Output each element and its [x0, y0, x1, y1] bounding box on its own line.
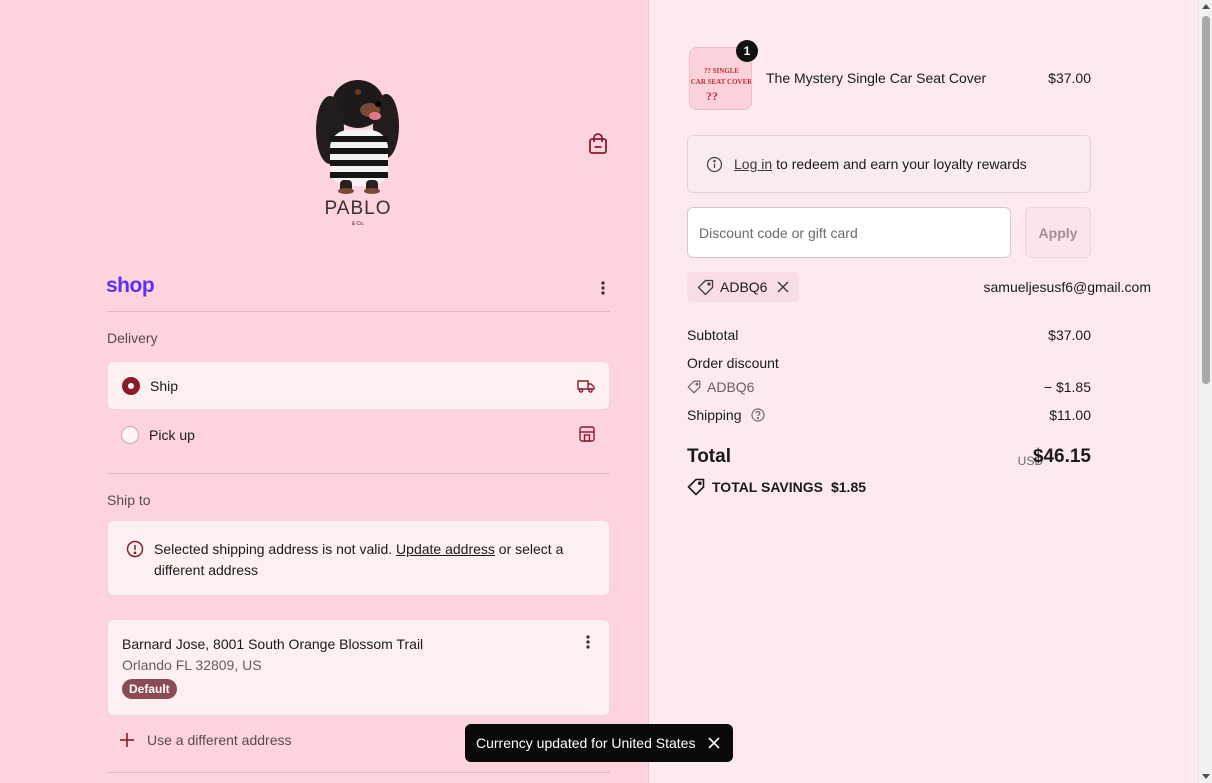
total-amount: $46.15: [1032, 446, 1091, 467]
use-different-address-label: Use a different address: [147, 732, 292, 748]
info-icon: [706, 156, 723, 173]
account-email: samueljesusf6@gmail.com: [983, 279, 1152, 295]
loyalty-text: to redeem and earn your loyalty rewards: [776, 156, 1027, 172]
toast-text: Currency updated for United States: [476, 735, 696, 751]
shipping-value: $11.00: [1049, 407, 1091, 423]
delivery-option-pickup[interactable]: Pick up: [107, 410, 610, 459]
savings-tag-icon: [687, 478, 705, 496]
default-badge: Default: [122, 679, 177, 699]
log-in-link[interactable]: Log in: [734, 156, 772, 172]
invalid-address-alert: Selected shipping address is not valid. …: [107, 520, 610, 596]
plus-icon: [120, 733, 134, 747]
subtotal-value: $37.00: [1048, 327, 1091, 343]
tag-icon: [687, 380, 701, 394]
quantity-badge: 1: [736, 40, 758, 62]
applied-discount-chip: ADBQ6: [687, 272, 800, 302]
page-scrollbar[interactable]: [1198, 0, 1212, 783]
account-menu-icon[interactable]: [598, 280, 608, 296]
delivery-heading: Delivery: [107, 330, 158, 346]
address-line-2: Orlando FL 32809, US: [122, 657, 262, 673]
apply-button[interactable]: Apply: [1025, 207, 1091, 258]
ship-radio[interactable]: [122, 376, 140, 395]
shop-pay-logo: shop: [106, 274, 155, 297]
thumb-text-line3: ??: [706, 89, 718, 103]
error-icon: [126, 540, 144, 558]
currency-toast: Currency updated for United States: [465, 724, 733, 762]
discount-code-input[interactable]: [687, 207, 1011, 258]
savings-amount: $1.85: [830, 479, 867, 495]
product-name: The Mystery Single Car Seat Cover: [766, 70, 987, 86]
store-icon: [579, 426, 595, 442]
divider: [107, 311, 610, 312]
tag-icon: [697, 279, 714, 295]
subtotal-label: Subtotal: [687, 327, 739, 343]
shopping-bag-icon[interactable]: [586, 132, 610, 156]
scroll-up-arrow-icon[interactable]: [1202, 4, 1210, 9]
ship-label: Ship: [150, 377, 179, 394]
logo-wordmark: PABLO: [324, 198, 392, 219]
savings-label: TOTAL SAVINGS: [712, 479, 823, 495]
truck-icon: [577, 380, 595, 393]
update-address-link[interactable]: Update address: [396, 541, 495, 557]
ship-to-heading: Ship to: [107, 492, 151, 508]
scroll-down-arrow-icon[interactable]: [1202, 774, 1210, 779]
saved-address-card[interactable]: Barnard Jose, 8001 South Orange Blossom …: [107, 619, 610, 716]
scrollbar-thumb[interactable]: [1202, 16, 1210, 384]
discount-value: − $1.85: [1043, 379, 1091, 395]
shipping-label-wrap: Shipping: [687, 407, 765, 423]
subtotal-row: Subtotal $37.00: [687, 327, 1091, 343]
address-menu-icon[interactable]: [583, 634, 593, 650]
logo-subtitle: & Co.: [351, 221, 365, 227]
use-different-address-button[interactable]: Use a different address: [119, 732, 292, 748]
pickup-radio[interactable]: [121, 425, 139, 444]
shipping-row: Shipping $11.00: [687, 407, 1091, 423]
discount-code-line: ADBQ6: [687, 379, 754, 395]
pickup-label: Pick up: [149, 426, 195, 443]
discount-code-name: ADBQ6: [707, 379, 755, 395]
thumb-text-line2: CAR SEAT COVER: [691, 78, 752, 86]
order-discount-label: Order discount: [687, 355, 779, 371]
total-savings: TOTAL SAVINGS $1.85: [687, 478, 866, 496]
discount-code-label: ADBQ6: [720, 279, 768, 295]
delivery-option-ship[interactable]: Ship: [107, 361, 610, 410]
alert-text: Selected shipping address is not valid.: [154, 541, 393, 557]
loyalty-banner: Log in to redeem and earn your loyalty r…: [687, 135, 1091, 193]
close-icon[interactable]: [707, 736, 721, 750]
help-icon[interactable]: [751, 408, 765, 422]
remove-discount-icon[interactable]: [777, 281, 789, 293]
address-line-1: Barnard Jose, 8001 South Orange Blossom …: [122, 636, 424, 652]
order-discount-row: Order discount: [687, 355, 1091, 371]
product-price: $37.00: [1048, 70, 1091, 86]
thumb-text-line1: ?? SINGLE: [704, 67, 740, 75]
divider: [107, 772, 610, 773]
shipping-label: Shipping: [687, 407, 742, 423]
total-label: Total: [687, 446, 731, 467]
divider: [107, 473, 610, 474]
